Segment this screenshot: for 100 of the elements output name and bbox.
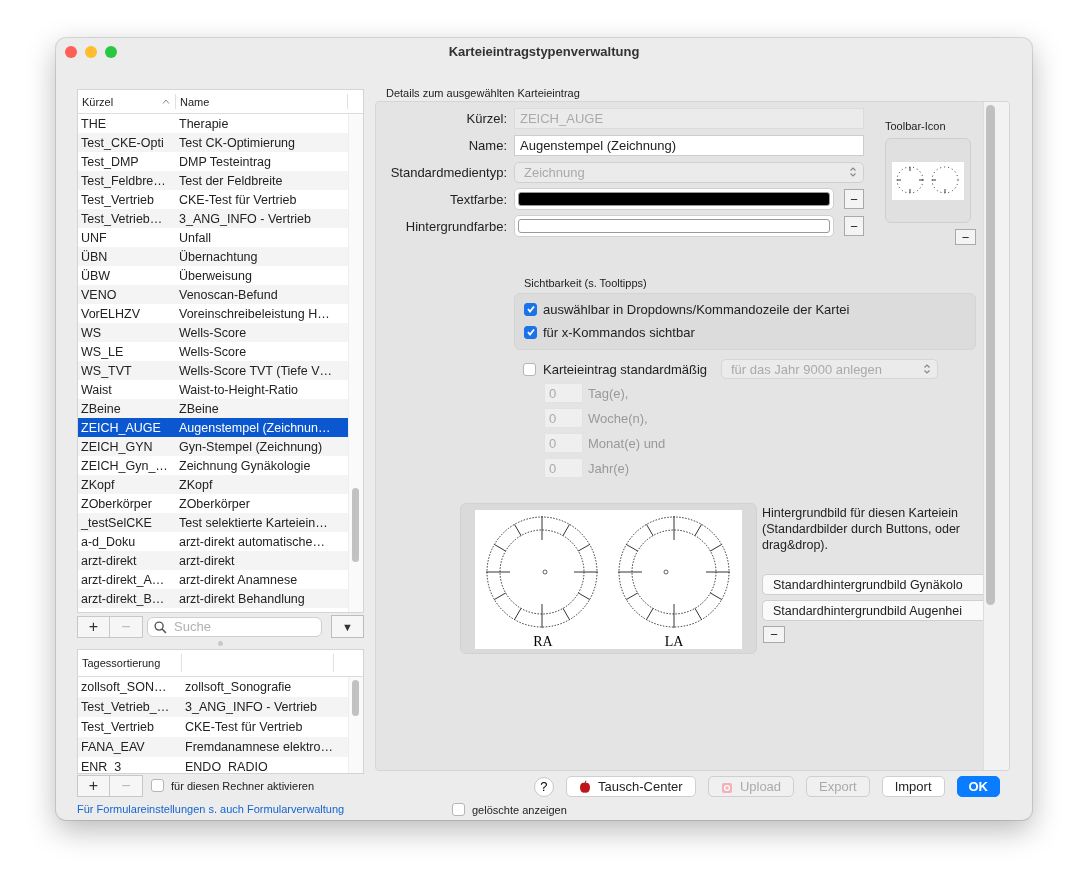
table-cell-text: ZBeine [178,401,220,416]
clear-button[interactable]: − [763,626,785,643]
table-row[interactable]: ZBeine ZBeine [78,399,348,418]
footer-button[interactable]: Import [881,776,945,797]
field-label: Name: [467,137,508,153]
checkbox[interactable] [452,803,465,816]
description-line: drag&drop). [762,537,829,553]
table-row[interactable]: Test_Feldbre… Test der Feldbreite [78,171,348,190]
help-button[interactable]: ? [533,776,554,797]
checkbox[interactable] [524,302,537,316]
table-row[interactable]: ZEICH_GYN Gyn-Stempel (Zeichnung) [78,437,348,456]
search-field[interactable]: Suche [147,616,322,637]
table-row[interactable]: _testSelCKE Test selektierte Karteiein… [78,513,348,532]
default-image-button[interactable]: Standardhintergrundbild Gynäkolo [762,574,983,595]
table-cell-text: ZOberkörper [80,496,153,511]
updown-chevron-icon [849,166,857,178]
table-cell-text: Zeichnung Gynäkologie [178,458,312,473]
column-header[interactable]: Tagessortierung [78,654,182,672]
name-field[interactable]: Augenstempel (Zeichnung) [514,134,864,156]
table-row[interactable]: ZEICH_AUGE Augenstempel (Zeichnun… [78,418,348,437]
close-icon[interactable] [65,46,77,58]
table-cell-text: Gyn-Stempel (Zeichnung) [178,439,324,454]
field-label: Standardmedientyp: [389,164,508,180]
table-cell-text: Unfall [178,230,212,245]
checkbox-label: für x-Kommandos sichtbar [543,324,695,340]
column-header[interactable]: Kürzel [78,94,176,109]
table-cell-text: Test der Feldbreite [178,173,284,188]
table-row[interactable]: ÜBN Übernachtung [78,247,348,266]
section-title: Details zum ausgewählten Karteieintrag [385,86,581,101]
toolbar-icon-label: Toolbar-Icon [885,120,946,134]
window-title: Karteieintragstypenverwaltung [448,43,640,59]
table-row[interactable]: Test_Vetrieb_… 3_ANG_INFO - Vertrieb [78,697,348,717]
table-cell-text: Test_Vetrieb… [80,211,164,226]
table-cell-text: ZBeine [80,401,122,416]
apple-icon [579,779,592,794]
table-row[interactable]: Test_CKE-Opti Test CK-Optimierung [78,133,348,152]
table-row[interactable]: Test_Vetrieb… 3_ANG_INFO - Vertrieb [78,209,348,228]
table-cell-text: WS_LE [80,344,125,359]
table-row[interactable]: WS_TVT Wells-Score TVT (Tiefe V… [78,361,348,380]
footer-button[interactable]: OK [956,776,1000,797]
table-cell-text: ÜBW [80,268,112,283]
table-cell-text: ZOberkörper [178,496,251,511]
checkbox-label: Karteieintrag standardmäßig [543,361,709,377]
table-cell-text: ZKopf [178,477,214,492]
table-cell-text: a-d_Doku [80,534,137,549]
image-well[interactable]: RA LA [460,503,757,654]
table-cell-text: Test CK-Optimierung [178,135,296,150]
table-row[interactable]: FANA_EAV Fremdanamnese elektro… [78,737,348,757]
checkbox[interactable] [523,362,536,376]
table-cell-text: VorELHZV [80,306,142,321]
table-cell-text: 3_ANG_INFO - Vertrieb [178,211,312,226]
table-row[interactable]: arzt-direkt arzt-direkt [78,551,348,570]
checkbox[interactable] [151,779,164,792]
table-cell-text: Test_Feldbre… [80,173,167,188]
table-cell-text: VENO [80,287,118,302]
eye-label: RA [533,634,553,649]
zoom-icon[interactable] [105,46,117,58]
clear-button[interactable]: − [955,229,976,245]
table-cell-text: Test selektierte Karteiein… [178,515,329,530]
form-settings-link[interactable]: Für Formulareinstellungen s. auch Formularverwaltung [77,803,345,816]
footer-button[interactable]: Tausch-Center [565,776,696,797]
table-cell-text: ZEICH_Gyn_… [80,458,169,473]
default-image-button[interactable]: Standardhintergrundbild Augenhei [762,600,983,621]
table-row[interactable]: arzt-direkt_B… arzt-direkt Behandlung [78,589,348,608]
clear-button[interactable]: − [844,189,864,209]
table-cell-text: FANA_EAV [80,740,146,754]
add-button[interactable]: + [77,615,110,638]
field-label: Kürzel: [465,110,508,126]
table-cell-text: Waist-to-Height-Ratio [178,382,299,397]
table-cell-text: Wells-Score TVT (Tiefe V… [178,363,334,378]
table-cell-text: Wells-Score [178,325,248,340]
table-cell-text: WS_TVT [80,363,133,378]
table-cell-text: Therapie [178,116,230,131]
table-row[interactable]: ZKopf ZKopf [78,475,348,494]
table-cell-text: arzt-direkt [80,553,138,568]
checkbox[interactable] [524,325,537,339]
add-button[interactable]: + [77,774,110,797]
clear-button[interactable]: − [844,216,864,236]
group-title: Sichtbarkeit (s. Tooltipps) [524,277,648,291]
splitter-handle[interactable] [218,641,223,646]
scrollbar-thumb[interactable] [352,488,359,562]
scrollbar-thumb[interactable] [352,680,359,716]
table-cell-text: CKE-Test für Vertrieb [184,720,304,734]
checkbox-label: auswählbar in Dropdowns/Kommandozeile der Kartei [543,301,850,317]
table-cell-text: arzt-direkt Anamnese [178,572,299,587]
table-row[interactable]: VENO Venoscan-Befund [78,285,348,304]
table-cell-text: Wells-Score [178,344,248,359]
table-cell-text: Waist [80,382,113,397]
table-row[interactable]: WS Wells-Score [78,323,348,342]
table-cell-text: ZEICH_AUGE [80,420,162,435]
table-cell-text: Venoscan-Befund [178,287,279,302]
icon-well[interactable] [885,138,971,223]
column-header[interactable]: Name [176,94,348,109]
menu-button[interactable]: ▼ [331,615,364,638]
table-cell-text: zollsoft_Sonografie [184,680,293,694]
table-cell-text: CKE-Test für Vertrieb [178,192,298,207]
unit-label: Jahr(e) [588,460,630,476]
scrollbar-thumb[interactable] [986,105,995,605]
minimize-icon[interactable] [85,46,97,58]
table-cell-text: Überweisung [178,268,253,283]
